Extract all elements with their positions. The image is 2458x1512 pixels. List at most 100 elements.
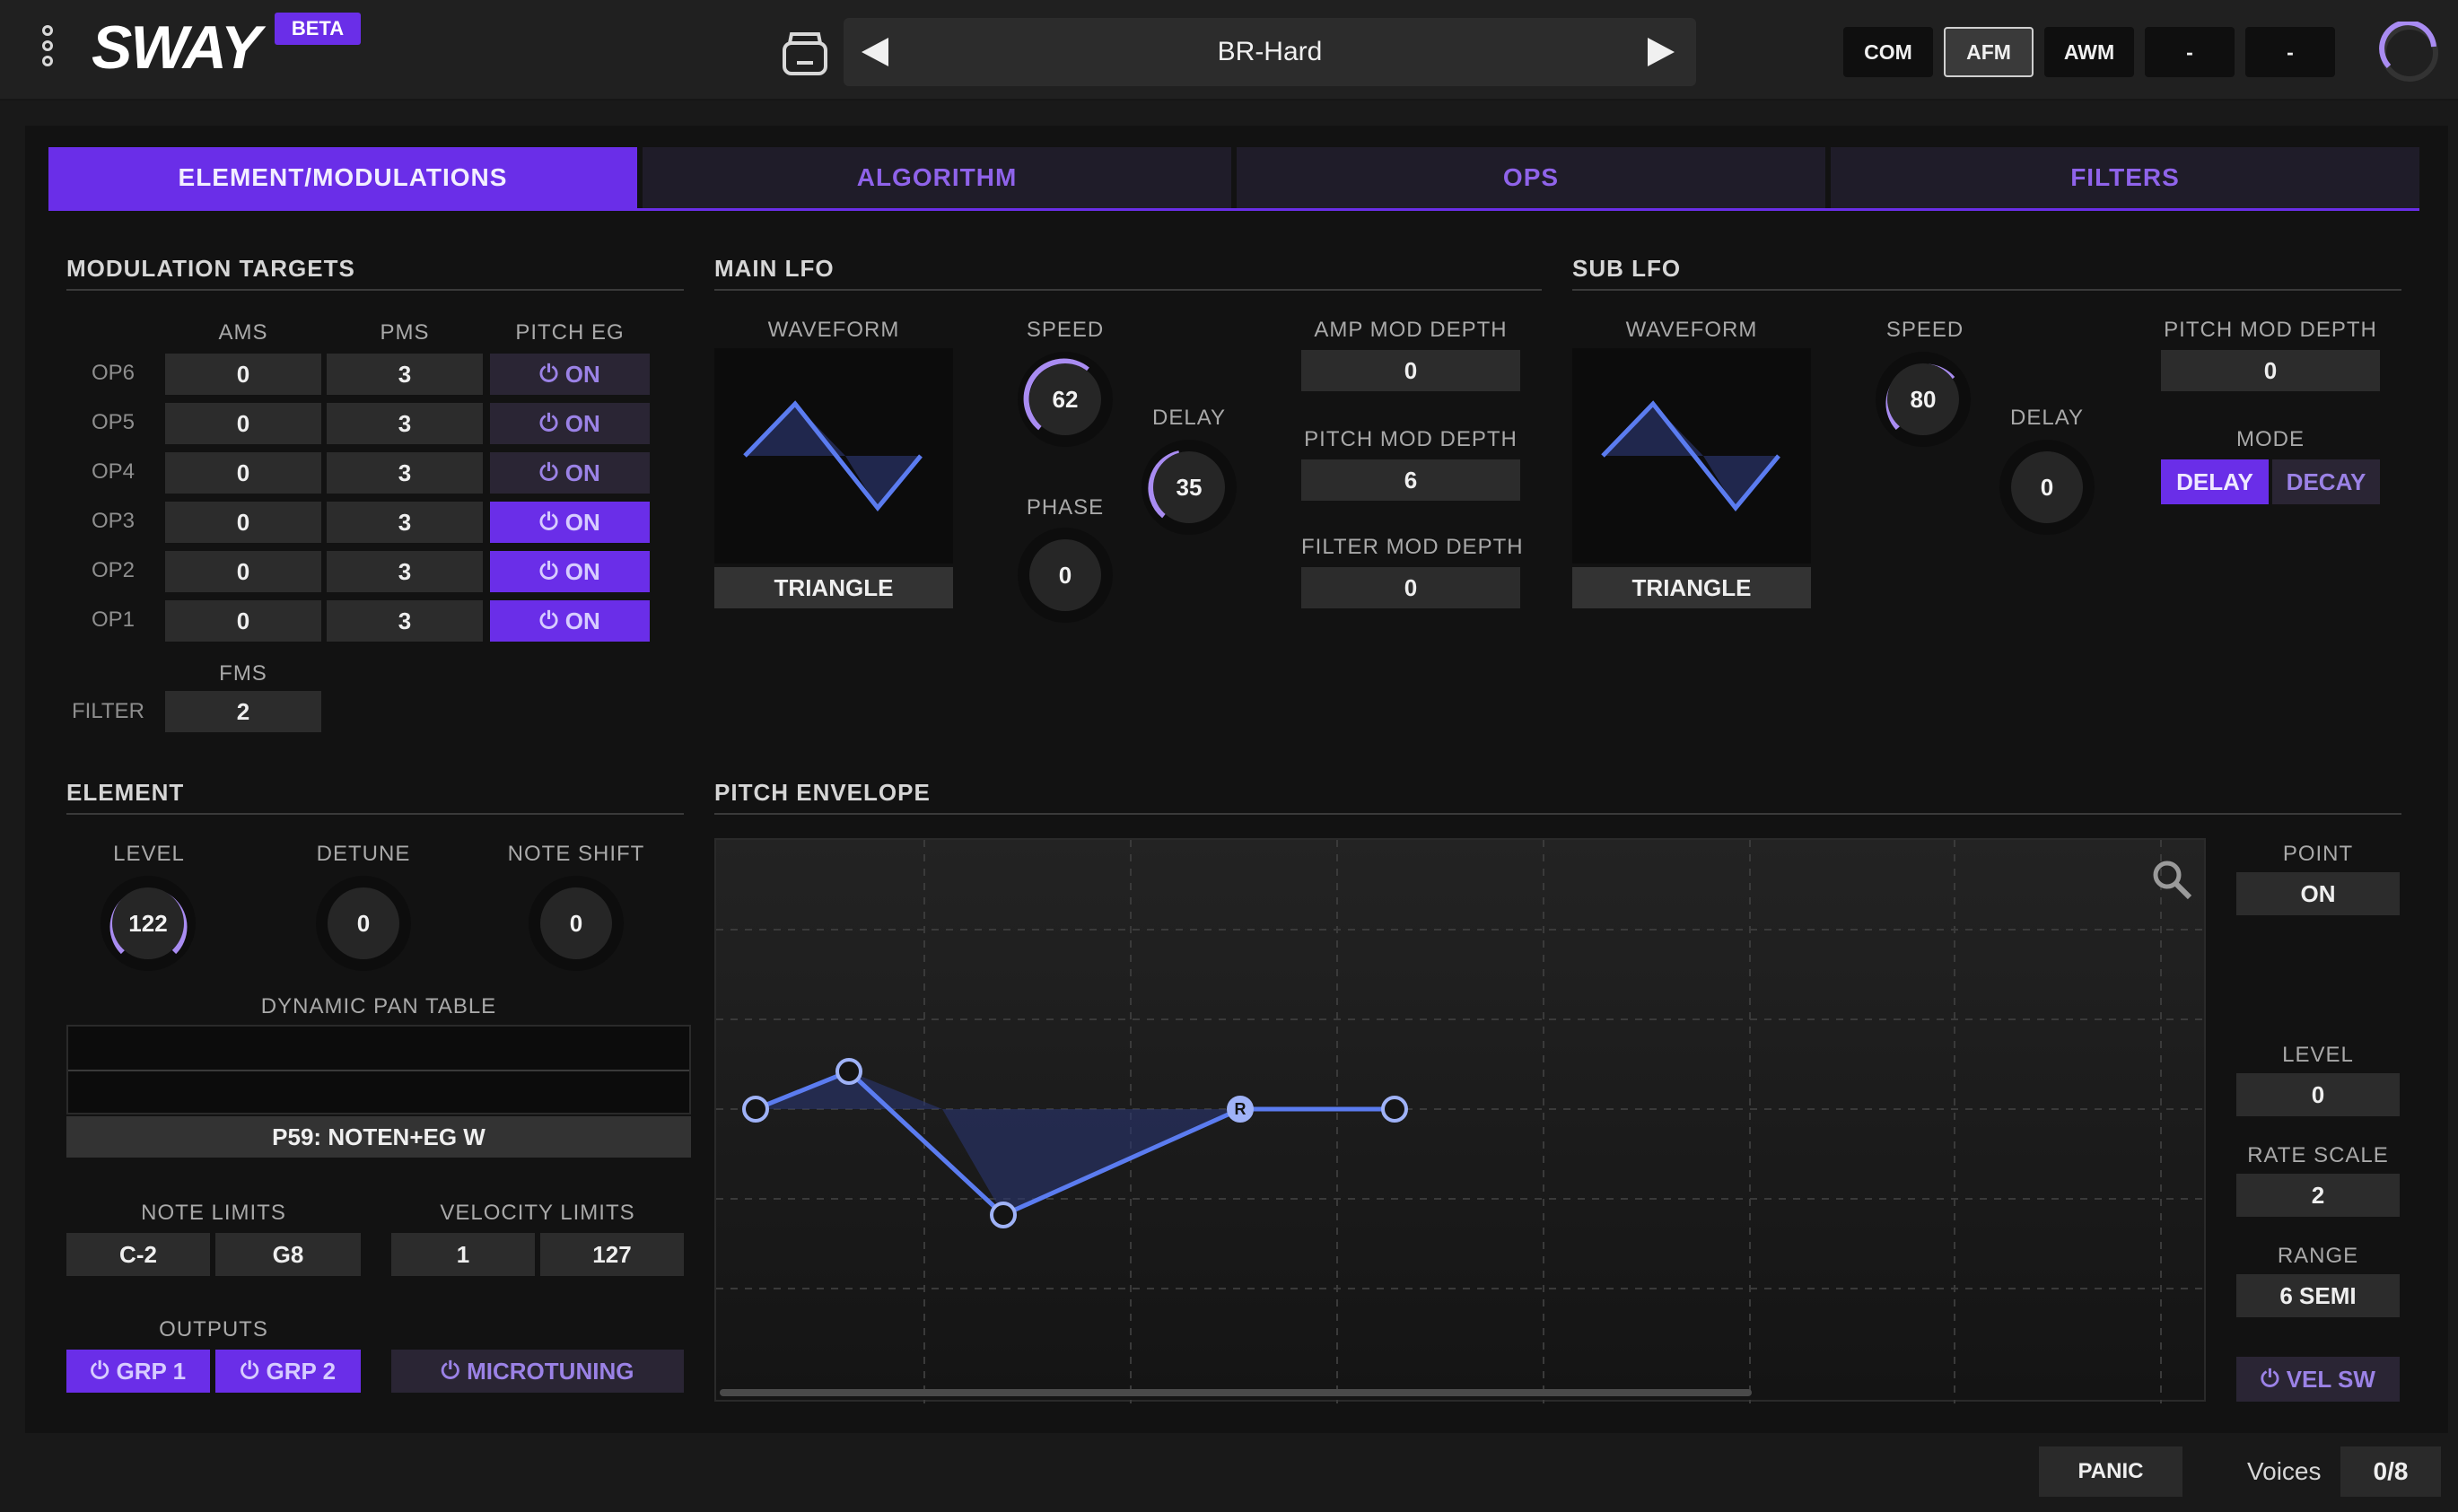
tab-filters[interactable]: FILTERS <box>1831 147 2419 208</box>
filter-label: FILTER <box>72 699 144 723</box>
main-lfo-waveform-label: WAVEFORM <box>767 318 900 342</box>
rate-scale-value[interactable]: 2 <box>2236 1174 2400 1217</box>
ams-value[interactable]: 0 <box>165 502 321 543</box>
sub-lfo-delay-knob[interactable]: 0 <box>1999 440 2095 535</box>
col-header-pitch-eg: PITCH EG <box>515 320 625 345</box>
pms-value[interactable]: 3 <box>327 403 483 444</box>
main-lfo-delay-knob[interactable]: 35 <box>1142 440 1237 535</box>
ams-value[interactable]: 0 <box>165 403 321 444</box>
power-icon: ⏻ <box>2261 1365 2279 1392</box>
point-value[interactable]: ON <box>2236 872 2400 915</box>
filter-mod-depth-value[interactable]: 0 <box>1301 567 1520 608</box>
microtuning-label: MICROTUNING <box>467 1357 634 1385</box>
note-limit-high[interactable]: G8 <box>215 1233 361 1276</box>
section-divider <box>66 289 684 291</box>
main-lfo-delay-label: DELAY <box>1152 406 1226 430</box>
note-limits-label: NOTE LIMITS <box>141 1201 286 1225</box>
pitch-envelope-graph[interactable]: R <box>714 838 2208 1403</box>
pitch-eg-toggle[interactable]: ⏻ ON <box>490 354 650 395</box>
main-lfo-waveform-select[interactable]: TRIANGLE <box>714 567 953 608</box>
env-level-value[interactable]: 0 <box>2236 1073 2400 1116</box>
pitch-eg-toggle[interactable]: ⏻ ON <box>490 452 650 494</box>
element-level-knob[interactable]: 122 <box>101 876 196 971</box>
sub-lfo-speed-knob[interactable]: 80 <box>1876 352 1971 447</box>
pitch-eg-label: ON <box>564 557 600 585</box>
ams-value[interactable]: 0 <box>165 354 321 395</box>
detune-knob[interactable]: 0 <box>316 876 411 971</box>
ams-value[interactable]: 0 <box>165 551 321 592</box>
pitch-eg-toggle[interactable]: ⏻ ON <box>490 551 650 592</box>
sub-lfo-waveform-display[interactable] <box>1572 348 1811 564</box>
pitch-eg-toggle[interactable]: ⏻ ON <box>490 600 650 642</box>
tab-algorithm[interactable]: ALGORITHM <box>643 147 1231 208</box>
tab-element-modulations[interactable]: ELEMENT/MODULATIONS <box>48 147 637 208</box>
pitch-eg-label: ON <box>564 508 600 536</box>
panic-button[interactable]: PANIC <box>2039 1446 2182 1497</box>
beta-badge: BETA <box>275 13 361 45</box>
note-shift-knob[interactable]: 0 <box>529 876 624 971</box>
mode-slot-4-button[interactable]: - <box>2145 27 2235 77</box>
preset-selector[interactable]: BR-Hard <box>844 18 1696 86</box>
mode-delay-button[interactable]: DELAY <box>2161 459 2269 504</box>
power-icon: ⏻ <box>539 409 558 436</box>
tab-ops[interactable]: OPS <box>1237 147 1825 208</box>
amp-mod-depth-value[interactable]: 0 <box>1301 350 1520 391</box>
menu-dots-icon[interactable] <box>39 25 56 72</box>
pms-value[interactable]: 3 <box>327 354 483 395</box>
tab-underline <box>48 208 2419 211</box>
detune-value: 0 <box>328 887 399 959</box>
sub-pitch-mod-depth-value[interactable]: 0 <box>2161 350 2380 391</box>
pitch-eg-label: ON <box>564 607 600 634</box>
vel-sw-label: VEL SW <box>2286 1365 2375 1393</box>
mode-slot-5-button[interactable]: - <box>2245 27 2335 77</box>
detune-label: DETUNE <box>316 842 411 866</box>
col-header-pms: PMS <box>380 320 430 345</box>
power-icon: ⏻ <box>539 607 558 634</box>
mode-awm-button[interactable]: AWM <box>2044 27 2134 77</box>
dynamic-pan-select[interactable]: P59: NOTEN+EG W <box>66 1116 691 1158</box>
pms-value[interactable]: 3 <box>327 600 483 642</box>
mode-com-button[interactable]: COM <box>1843 27 1933 77</box>
sub-lfo-waveform-select[interactable]: TRIANGLE <box>1572 567 1811 608</box>
preset-name: BR-Hard <box>1217 37 1323 66</box>
sub-lfo-delay-value: 0 <box>2011 451 2083 523</box>
section-divider <box>714 289 1542 291</box>
sub-lfo-title: SUB LFO <box>1572 255 1682 282</box>
main-lfo-phase-knob[interactable]: 0 <box>1018 528 1113 623</box>
power-icon: ⏻ <box>441 1357 460 1384</box>
pitch-eg-toggle[interactable]: ⏻ ON <box>490 403 650 444</box>
main-lfo-speed-knob[interactable]: 62 <box>1018 352 1113 447</box>
pitch-envelope-title: PITCH ENVELOPE <box>714 779 931 806</box>
section-divider <box>714 813 2401 815</box>
output-grp2-button[interactable]: ⏻ GRP 2 <box>215 1350 361 1393</box>
main-lfo-waveform-display[interactable] <box>714 348 953 564</box>
output-grp1-button[interactable]: ⏻ GRP 1 <box>66 1350 210 1393</box>
filter-mod-depth-label: FILTER MOD DEPTH <box>1301 535 1524 559</box>
fms-filter-value[interactable]: 2 <box>165 691 321 732</box>
dynamic-pan-display <box>66 1025 691 1114</box>
pms-value[interactable]: 3 <box>327 502 483 543</box>
section-divider <box>66 813 684 815</box>
ams-value[interactable]: 0 <box>165 600 321 642</box>
range-value[interactable]: 6 SEMI <box>2236 1274 2400 1317</box>
velocity-limit-low[interactable]: 1 <box>391 1233 535 1276</box>
mode-afm-button[interactable]: AFM <box>1944 27 2034 77</box>
section-divider <box>1572 289 2401 291</box>
pms-value[interactable]: 3 <box>327 551 483 592</box>
sub-lfo-speed-value: 80 <box>1887 363 1959 435</box>
rate-scale-label: RATE SCALE <box>2247 1143 2389 1167</box>
vel-sw-button[interactable]: ⏻ VEL SW <box>2236 1357 2400 1402</box>
microtuning-button[interactable]: ⏻ MICROTUNING <box>391 1350 684 1393</box>
pitch-eg-toggle[interactable]: ⏻ ON <box>490 502 650 543</box>
pms-value[interactable]: 3 <box>327 452 483 494</box>
velocity-limits-label: VELOCITY LIMITS <box>440 1201 635 1225</box>
mode-decay-button[interactable]: DECAY <box>2272 459 2380 504</box>
pitch-mod-depth-value[interactable]: 6 <box>1301 459 1520 501</box>
search-icon[interactable] <box>2150 858 2193 901</box>
grp2-label: GRP 2 <box>266 1357 337 1385</box>
ams-value[interactable]: 0 <box>165 452 321 494</box>
note-limit-low[interactable]: C-2 <box>66 1233 210 1276</box>
folder-icon[interactable] <box>781 27 829 77</box>
next-arrow-icon[interactable] <box>1648 38 1675 66</box>
velocity-limit-high[interactable]: 127 <box>540 1233 684 1276</box>
